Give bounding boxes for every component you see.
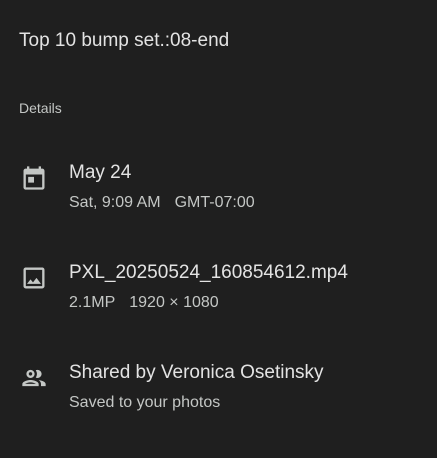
saved-status-text: Saved to your photos [69, 394, 221, 411]
date-row[interactable]: May 24 Sat, 9:09 AM GMT-07:00 [0, 162, 437, 222]
people-icon [20, 364, 48, 392]
shared-by-text: Shared by Veronica Osetinsky [69, 362, 324, 383]
megapixels-text: 2.1MP [69, 294, 116, 311]
image-icon [20, 264, 48, 292]
details-panel: Top 10 bump set.:08-end Details May 24 S… [0, 0, 437, 458]
timezone-text: GMT-07:00 [174, 194, 255, 211]
day-time-text: Sat, 9:09 AM [69, 194, 161, 211]
shared-row[interactable]: Shared by Veronica Osetinsky Saved to yo… [0, 362, 437, 422]
file-secondary: 2.1MP 1920 × 1080 [69, 294, 219, 312]
details-section-label: Details [19, 100, 62, 116]
resolution-text: 1920 × 1080 [129, 294, 219, 311]
date-secondary: Sat, 9:09 AM GMT-07:00 [69, 194, 255, 212]
item-title[interactable]: Top 10 bump set.:08-end [19, 30, 229, 52]
date-primary: May 24 [69, 162, 132, 183]
file-name: PXL_20250524_160854612.mp4 [69, 262, 348, 283]
calendar-icon [20, 164, 48, 192]
file-row[interactable]: PXL_20250524_160854612.mp4 2.1MP 1920 × 1… [0, 262, 437, 322]
